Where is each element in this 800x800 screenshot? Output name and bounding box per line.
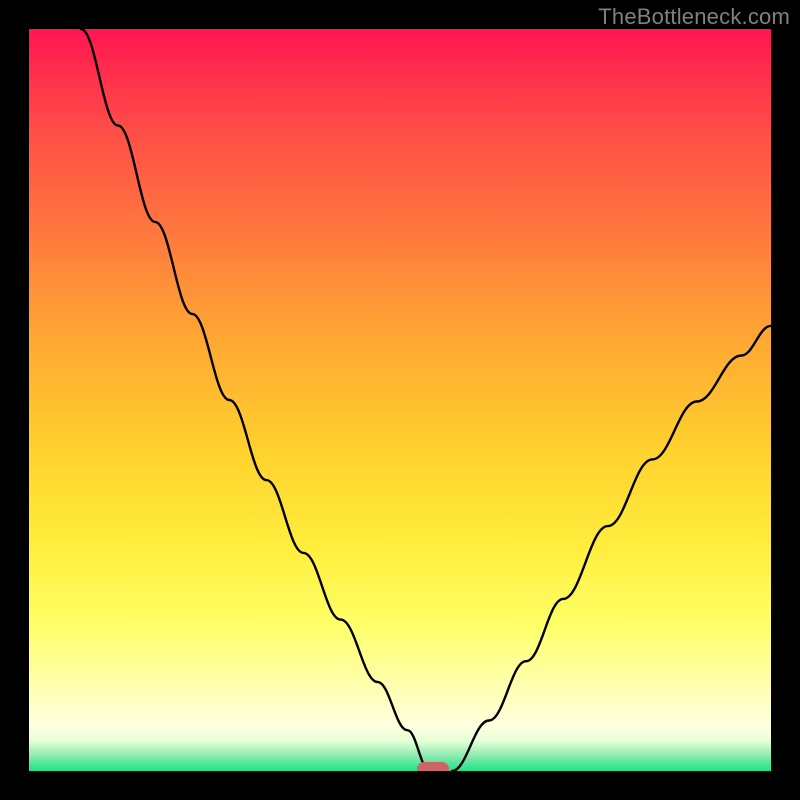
bottleneck-marker — [417, 762, 449, 771]
curve-left — [81, 29, 430, 771]
watermark-text: TheBottleneck.com — [598, 4, 790, 30]
chart-frame: TheBottleneck.com — [0, 0, 800, 800]
curve-right — [452, 326, 771, 771]
plot-area — [29, 29, 771, 771]
curve-layer — [29, 29, 771, 771]
